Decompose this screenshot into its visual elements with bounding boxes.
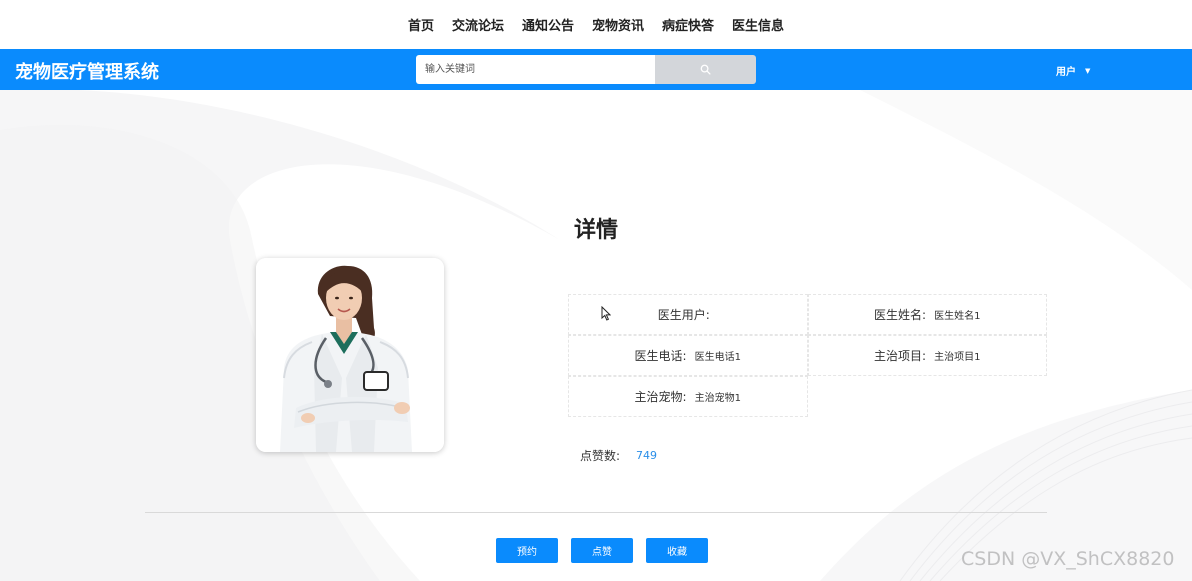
doctor-info-table: 医生用户: 医生姓名: 医生姓名1 医生电话: 医生电话1 主治项目: 主治项目…	[568, 294, 1047, 417]
field-label: 主治宠物:	[634, 390, 687, 404]
user-menu[interactable]: 用户 ▼	[1056, 63, 1091, 79]
like-button[interactable]: 点赞	[571, 538, 633, 563]
doctor-photo	[256, 258, 444, 452]
field-main-project: 主治项目: 主治项目1	[807, 335, 1047, 376]
field-value: 医生姓名1	[934, 311, 981, 322]
like-count: 点赞数: 749	[580, 447, 657, 464]
nav-item-home[interactable]: 首页	[408, 15, 434, 34]
favorite-button[interactable]: 收藏	[646, 538, 708, 563]
top-navigation: 首页 交流论坛 通知公告 宠物资讯 病症快答 医生信息	[0, 0, 1192, 49]
watermark: CSDN @VX_ShCX8820	[961, 548, 1175, 570]
nav-item-forum[interactable]: 交流论坛	[452, 15, 504, 34]
field-label: 医生电话:	[634, 349, 687, 363]
nav-item-pet-news[interactable]: 宠物资讯	[592, 15, 644, 34]
like-count-value: 749	[636, 449, 658, 462]
field-value: 主治宠物1	[694, 393, 741, 404]
field-doctor-name: 医生姓名: 医生姓名1	[807, 294, 1047, 335]
search-icon	[700, 64, 711, 75]
empty-cell	[808, 376, 1048, 417]
field-value: 医生电话1	[694, 352, 741, 363]
field-label: 医生姓名:	[874, 308, 927, 322]
like-count-label: 点赞数:	[580, 449, 621, 463]
nav-item-notices[interactable]: 通知公告	[522, 15, 574, 34]
search-input[interactable]	[416, 55, 655, 84]
book-button[interactable]: 预约	[496, 538, 558, 563]
field-value: 主治项目1	[934, 352, 981, 363]
search-button[interactable]	[655, 55, 756, 84]
info-row: 主治宠物: 主治宠物1	[568, 376, 1047, 417]
site-title: 宠物医疗管理系统	[15, 62, 159, 83]
page-title: 详情	[573, 218, 618, 243]
field-label: 主治项目:	[874, 349, 927, 363]
caret-down-icon: ▼	[1085, 66, 1091, 75]
action-buttons: 预约 点赞 收藏	[496, 538, 721, 563]
info-row: 医生用户: 医生姓名: 医生姓名1	[568, 294, 1047, 335]
nav-item-symptom-qa[interactable]: 病症快答	[662, 15, 714, 34]
user-menu-label: 用户	[1056, 67, 1076, 78]
search-box	[416, 55, 756, 84]
field-label: 医生用户:	[657, 308, 710, 322]
divider	[145, 512, 1047, 513]
mouse-cursor-icon	[601, 306, 611, 321]
nav-item-doctor-info[interactable]: 医生信息	[732, 15, 784, 34]
doctor-portrait-image	[256, 258, 444, 452]
field-doctor-phone: 医生电话: 医生电话1	[568, 335, 808, 376]
field-main-pet: 主治宠物: 主治宠物1	[568, 376, 808, 417]
info-row: 医生电话: 医生电话1 主治项目: 主治项目1	[568, 335, 1047, 376]
header-bar: 宠物医疗管理系统 用户 ▼	[0, 49, 1192, 90]
